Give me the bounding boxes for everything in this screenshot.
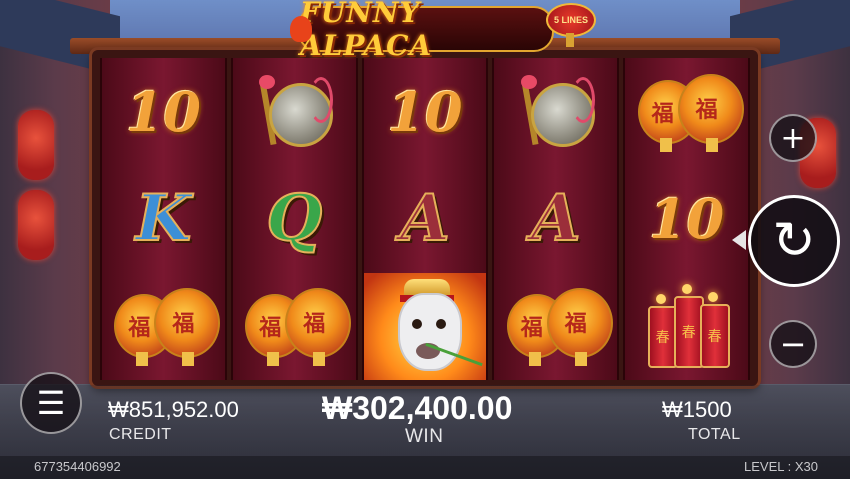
menu-button[interactable]: ☰ (20, 372, 82, 434)
win-value: ₩302,400.00 (322, 390, 513, 426)
lanterns-icon: 福 福 (239, 286, 352, 367)
lanterns-icon: 福 福 (501, 286, 613, 367)
reel-1: 10 K 福 福 (100, 58, 227, 380)
reel-cell: 福 福 (494, 273, 617, 380)
gong-icon (255, 73, 334, 151)
reel-5: 福 福 10 春 春 春 (623, 58, 750, 380)
win-label: WIN (405, 426, 444, 447)
firecrackers-icon: 春 春 春 (642, 284, 732, 369)
symbol-a: A (399, 180, 451, 257)
game-title: FUNNY ALPACA (300, 0, 433, 62)
reel-cell: 10 (364, 58, 487, 165)
game-logo: FUNNY ALPACA (290, 0, 554, 62)
badge-tassel (566, 33, 574, 47)
reel-cell (233, 58, 356, 165)
alpaca-wild-icon (363, 272, 487, 380)
reels: 10 K 福 福 Q 福 福 10 A A 福 福 福 福 10 春 春 春 (100, 58, 750, 380)
symbol-a: A (530, 180, 582, 257)
total-bet-label: TOTAL (688, 426, 741, 443)
reel-cell: 10 (102, 58, 225, 165)
symbol-ten: 10 (125, 79, 201, 144)
total-bet-value: ₩1500 (662, 397, 732, 422)
flame-icon (290, 16, 312, 42)
decrease-bet-button[interactable]: − (769, 320, 817, 368)
hamburger-icon: ☰ (36, 384, 66, 422)
symbol-q: Q (265, 180, 323, 257)
symbol-ten: 10 (649, 186, 725, 251)
game-scene: 10 K 福 福 Q 福 福 10 A A 福 福 福 福 10 春 春 春 F… (0, 0, 850, 479)
reel-cell: 春 春 春 (625, 273, 748, 380)
symbol-ten: 10 (387, 79, 463, 144)
reel-cell: 福 福 (625, 58, 748, 165)
reel-4: A 福 福 (492, 58, 620, 380)
session-id: 677354406992 (34, 459, 121, 474)
reel-cell: Q (233, 165, 356, 272)
spin-pointer-icon (732, 230, 746, 250)
reel-cell: 10 (625, 165, 748, 272)
reel-3: 10 A (361, 58, 489, 380)
reel-cell: 福 福 (233, 273, 356, 380)
gong-icon (517, 73, 595, 151)
increase-bet-button[interactable]: + (769, 114, 817, 162)
spin-button[interactable]: ↻ (748, 195, 840, 287)
footer-bar (0, 456, 850, 479)
reel-cell (363, 272, 487, 380)
symbol-k: K (135, 180, 193, 257)
reel-cell: A (494, 165, 617, 272)
reel-cell: K (102, 165, 225, 272)
red-lamp (18, 110, 54, 180)
minus-icon: − (779, 325, 807, 363)
credit-label: CREDIT (109, 426, 172, 443)
reel-cell: A (364, 165, 487, 272)
reel-2: Q 福 福 (230, 58, 358, 380)
reel-cell: 福 福 (102, 273, 225, 380)
lanterns-icon: 福 福 (632, 72, 744, 152)
refresh-icon: ↻ (772, 211, 816, 271)
lines-badge: 5 LINES (546, 3, 596, 37)
red-lamp (18, 190, 54, 260)
credit-value: ₩851,952.00 (108, 397, 239, 422)
plus-icon: + (780, 120, 806, 156)
reel-cell (494, 58, 617, 165)
lanterns-icon: 福 福 (108, 286, 221, 367)
level-indicator: LEVEL : X30 (744, 459, 818, 474)
